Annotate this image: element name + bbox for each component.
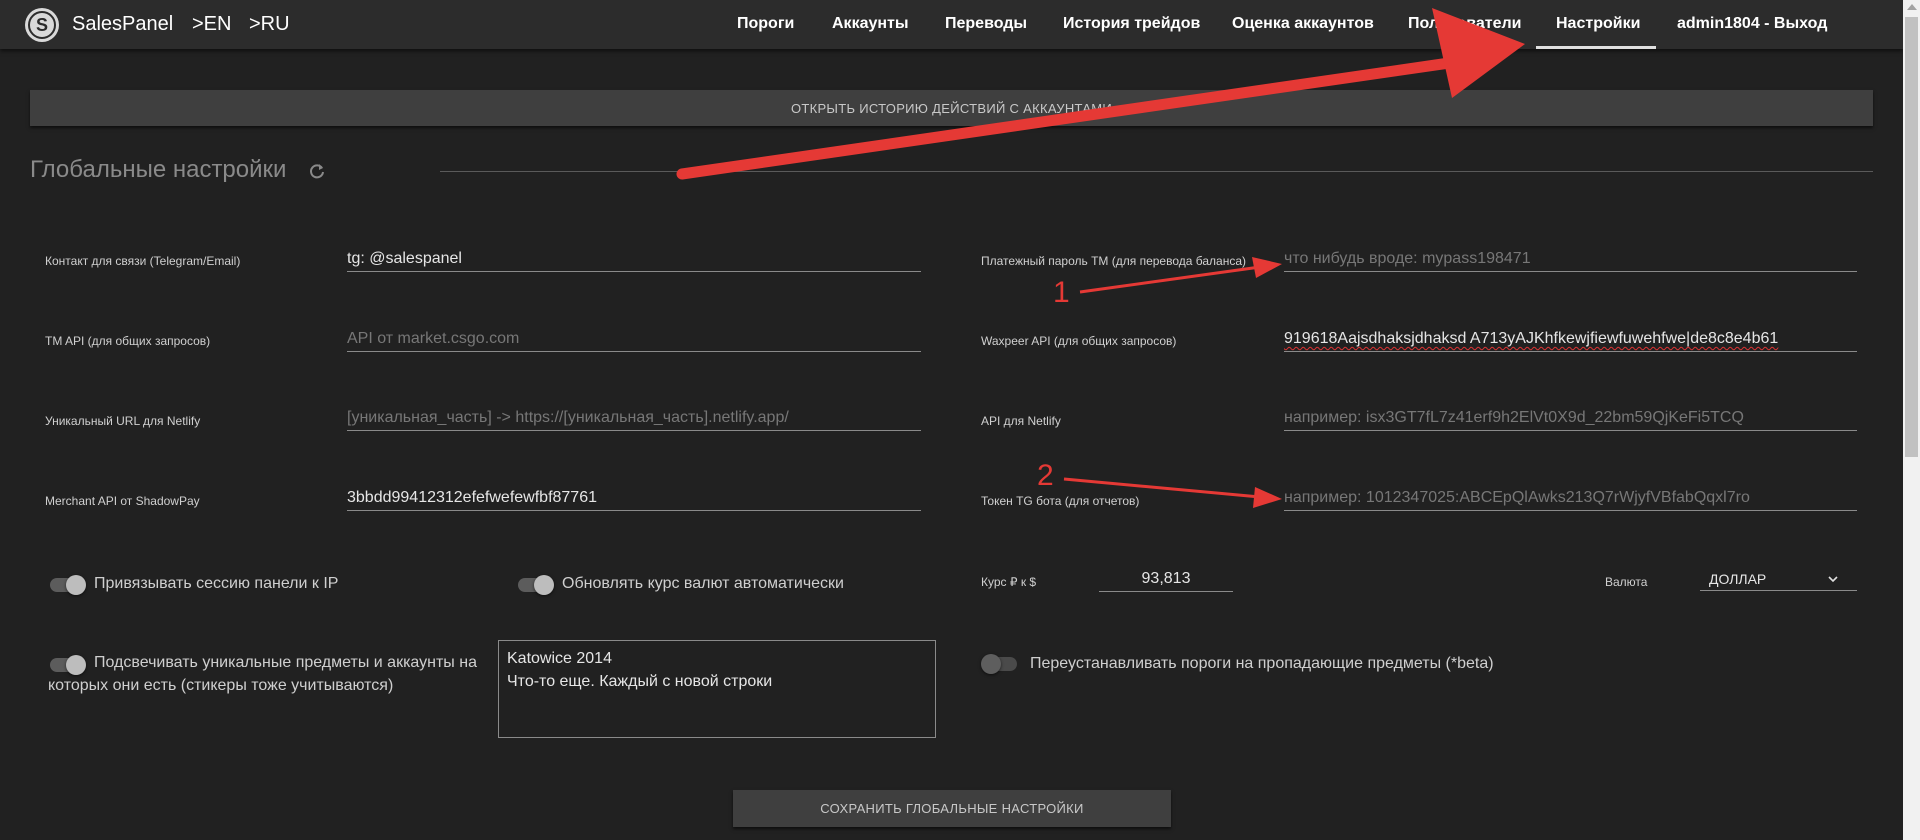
merchant-api-label: Merchant API от ShadowPay: [45, 494, 200, 508]
netlify-url-label: Уникальный URL для Netlify: [45, 414, 201, 428]
reset-thresholds-toggle[interactable]: [981, 654, 1017, 674]
nav-settings[interactable]: Настройки: [1556, 15, 1640, 33]
save-global-settings-button[interactable]: СОХРАНИТЬ ГЛОБАЛЬНЫЕ НАСТРОЙКИ: [733, 790, 1171, 827]
section-divider: [440, 171, 1873, 172]
lang-ru-link[interactable]: >RU: [249, 13, 290, 36]
toggle-knob: [66, 575, 86, 595]
scroll-up-arrow-icon[interactable]: [1907, 4, 1917, 10]
merchant-api-field[interactable]: 3bbdd99412312efefwefewfbf87761: [347, 486, 921, 511]
contact-field[interactable]: tg: @salespanel: [347, 247, 921, 272]
contact-label: Контакт для связи (Telegram/Email): [45, 254, 241, 268]
svg-text:S: S: [36, 15, 48, 35]
waxpeer-api-label: Waxpeer API (для общих запросов): [981, 334, 1177, 348]
netlify-api-label: API для Netlify: [981, 414, 1061, 428]
rate-field[interactable]: 93,813: [1099, 567, 1233, 592]
nav-users[interactable]: Пользователи: [1408, 15, 1521, 33]
arrow-1-head: [1252, 257, 1282, 278]
top-navbar: S SalesPanel >EN >RU Пороги Аккаунты Пер…: [0, 0, 1903, 49]
nav-active-indicator: [1536, 46, 1656, 49]
bind-ip-label: Привязывать сессию панели к IP: [94, 575, 339, 592]
toggle-knob: [534, 575, 554, 595]
tm-password-field[interactable]: что нибудь вроде: mypass198471: [1284, 247, 1857, 272]
tm-api-field[interactable]: API от market.csgo.com: [347, 327, 921, 352]
auto-rate-toggle[interactable]: [518, 575, 554, 595]
textarea-line: Katowice 2014: [507, 650, 612, 667]
tg-token-field[interactable]: например: 1012347025:ABCEpQlAwks213Q7rWj…: [1284, 486, 1857, 511]
refresh-icon[interactable]: [308, 162, 326, 180]
annotation-number-2: 2: [1037, 459, 1054, 492]
page-scrollbar[interactable]: [1903, 0, 1920, 840]
reset-thresholds-label: Переустанавливать пороги на пропадающие …: [1030, 655, 1494, 672]
nav-trade-history[interactable]: История трейдов: [1063, 15, 1200, 33]
bind-ip-toggle[interactable]: [50, 575, 86, 595]
section-title: Глобальные настройки: [30, 156, 287, 183]
highlight-label: Подсвечивать уникальные предметы и аккау…: [48, 654, 477, 694]
arrow-2-head: [1253, 487, 1282, 508]
salespanel-logo-icon[interactable]: S: [25, 8, 59, 42]
lang-en-link[interactable]: >EN: [192, 13, 231, 36]
chevron-down-icon[interactable]: [1828, 574, 1838, 584]
scroll-thumb[interactable]: [1905, 17, 1918, 457]
arrow-1-shaft: [1079, 265, 1261, 294]
tm-password-label: Платежный пароль TM (для перевода баланс…: [981, 254, 1247, 268]
nav-accounts[interactable]: Аккаунты: [832, 15, 909, 33]
nav-transfers[interactable]: Переводы: [945, 15, 1027, 33]
nav-thresholds[interactable]: Пороги: [737, 15, 794, 33]
waxpeer-api-field[interactable]: 919618Aajsdhaksjdhaksd A713yAJKhfkewjfie…: [1284, 327, 1857, 352]
currency-label: Валюта: [1605, 575, 1648, 589]
annotation-number-1: 1: [1053, 276, 1070, 309]
rate-label: Курс ₽ к $: [981, 575, 1037, 589]
unique-items-textarea[interactable]: Katowice 2014 Что-то еще. Каждый с новой…: [498, 640, 936, 738]
open-history-button[interactable]: ОТКРЫТЬ ИСТОРИЮ ДЕЙСТВИЙ С АККАУНТАМИ: [30, 90, 1873, 126]
toggle-knob: [981, 654, 1001, 674]
tm-api-label: TM API (для общих запросов): [45, 334, 211, 348]
auto-rate-label: Обновлять курс валют автоматически: [562, 575, 844, 592]
netlify-api-field[interactable]: например: isx3GT7fL7z41erf9h2ElVt0X9d_22…: [1284, 406, 1857, 431]
netlify-url-field[interactable]: [уникальная_часть] -> https://[уникальна…: [347, 406, 921, 431]
textarea-line: Что-то еще. Каждый с новой строки: [507, 673, 773, 690]
tg-token-label: Токен TG бота (для отчетов): [981, 494, 1140, 508]
brand-name[interactable]: SalesPanel: [72, 13, 173, 36]
nav-account-evaluation[interactable]: Оценка аккаунтов: [1232, 15, 1374, 33]
nav-logout[interactable]: admin1804 - Выход: [1677, 15, 1827, 33]
